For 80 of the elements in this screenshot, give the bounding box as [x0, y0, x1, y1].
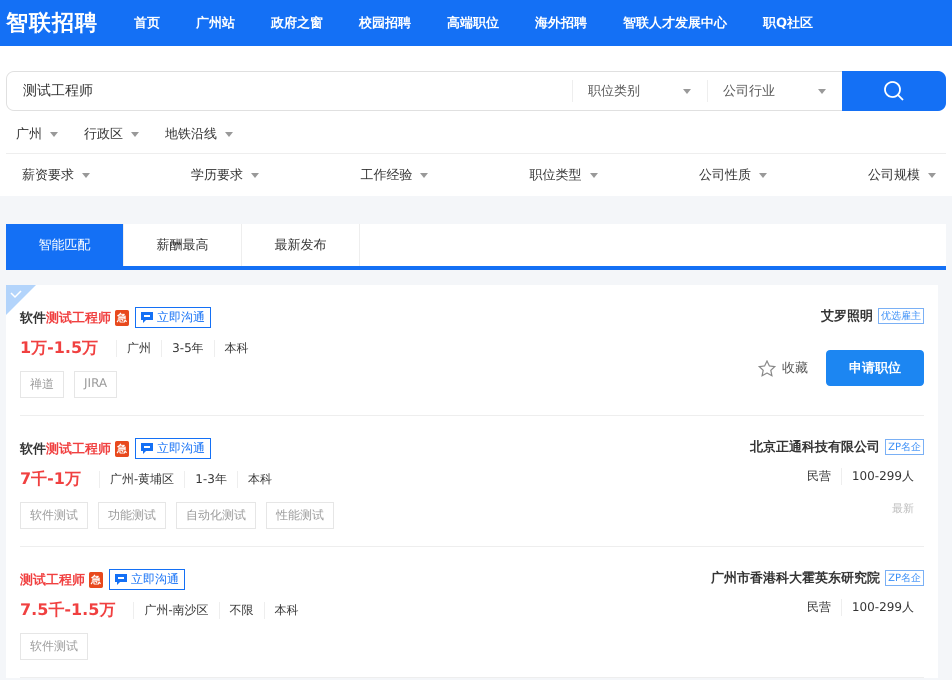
filter-dropdown[interactable]: 薪资要求 — [22, 166, 90, 184]
job-title[interactable]: 软件测试工程师 — [20, 440, 111, 458]
company-info: 民营 — [806, 468, 832, 485]
nav-link[interactable]: 校园招聘 — [359, 14, 411, 32]
caret-icon — [225, 132, 233, 136]
skill-tag: 禅道 — [20, 371, 64, 398]
sort-tab[interactable]: 智能匹配 — [6, 224, 124, 266]
job-meta: 广州 — [116, 340, 162, 357]
filter-dropdown[interactable]: 职位类型 — [530, 166, 598, 184]
dropdown[interactable]: 职位类别 — [572, 71, 707, 111]
company-badge: ZP名企 — [885, 570, 924, 586]
chat-icon — [115, 574, 127, 585]
chat-button[interactable]: 立即沟通 — [109, 569, 185, 590]
job-meta: 本科 — [214, 340, 259, 357]
chat-button[interactable]: 立即沟通 — [135, 438, 211, 459]
urgent-badge: 急 — [89, 572, 103, 588]
filter-dropdown[interactable]: 公司规模 — [868, 166, 936, 184]
location-filter[interactable]: 地铁沿线 — [165, 125, 233, 143]
job-meta: 不限 — [218, 602, 264, 619]
filter-dropdown[interactable]: 公司性质 — [698, 166, 767, 184]
caret-icon — [928, 172, 936, 178]
posted-label: 最新 — [892, 501, 914, 516]
apply-button[interactable]: 申请职位 — [826, 350, 924, 386]
company-name[interactable]: 艾罗照明 — [821, 307, 873, 325]
skill-tag: JIRA — [74, 371, 118, 398]
star-icon — [758, 360, 776, 376]
nav-link[interactable]: 政府之窗 — [271, 14, 323, 32]
nav-link[interactable]: 首页 — [134, 14, 160, 32]
caret-icon — [590, 172, 598, 178]
chat-button[interactable]: 立即沟通 — [135, 307, 211, 328]
caret-icon — [50, 132, 58, 136]
skill-tag: 功能测试 — [98, 502, 166, 529]
company-name[interactable]: 北京正通科技有限公司 — [750, 438, 880, 456]
collect-button[interactable]: 收藏 — [758, 359, 808, 377]
caret-icon — [758, 172, 767, 178]
dropdown[interactable]: 公司行业 — [707, 71, 842, 111]
nav-link[interactable]: 职Q社区 — [763, 14, 814, 32]
caret-icon — [420, 172, 428, 178]
skill-tag: 自动化测试 — [176, 502, 256, 529]
nav-link[interactable]: 高端职位 — [447, 14, 499, 32]
caret-icon — [131, 132, 139, 136]
search-icon — [883, 80, 905, 102]
chat-icon — [141, 312, 153, 323]
job-meta: 1-3年 — [184, 471, 237, 488]
job-title[interactable]: 测试工程师 — [20, 570, 85, 588]
filter-dropdown[interactable]: 工作经验 — [360, 166, 428, 184]
search-button[interactable] — [842, 71, 946, 111]
location-filter[interactable]: 广州 — [16, 125, 58, 143]
caret-icon — [251, 172, 260, 178]
chat-icon — [141, 443, 153, 454]
company-info: 100-299人 — [840, 468, 924, 485]
job-meta: 3-5年 — [161, 340, 214, 357]
caret-icon — [683, 88, 691, 94]
location-filter[interactable]: 行政区 — [84, 125, 139, 143]
caret-icon — [818, 88, 826, 94]
salary: 7千-1万 — [20, 469, 81, 490]
nav-link[interactable]: 智联人才发展中心 — [623, 14, 727, 32]
skill-tag: 软件测试 — [20, 502, 88, 529]
salary: 7.5千-1.5万 — [20, 600, 116, 621]
company-badge: 优选雇主 — [878, 308, 924, 324]
caret-icon — [82, 172, 90, 178]
nav-link[interactable]: 海外招聘 — [535, 14, 587, 32]
company-badge: ZP名企 — [885, 439, 924, 455]
job-meta: 广州-黄埔区 — [98, 471, 184, 488]
job-title[interactable]: 软件测试工程师 — [20, 308, 111, 326]
skill-tag: 软件测试 — [20, 633, 88, 660]
job-meta: 本科 — [264, 602, 309, 619]
urgent-badge: 急 — [115, 440, 129, 456]
logo[interactable]: 智联招聘 — [6, 8, 98, 38]
salary: 1万-1.5万 — [20, 338, 98, 359]
filter-dropdown[interactable]: 学历要求 — [191, 166, 260, 184]
search-field[interactable]: 测试工程师 — [6, 71, 572, 111]
company-name[interactable]: 广州市香港科大霍英东研究院 — [711, 569, 880, 587]
job-meta: 广州-南沙区 — [133, 602, 219, 619]
job-meta: 本科 — [236, 471, 282, 488]
company-info: 100-299人 — [840, 599, 924, 616]
company-info: 民营 — [806, 599, 832, 616]
urgent-badge: 急 — [115, 310, 129, 326]
nav-link[interactable]: 广州站 — [196, 14, 235, 32]
skill-tag: 性能测试 — [266, 502, 334, 529]
